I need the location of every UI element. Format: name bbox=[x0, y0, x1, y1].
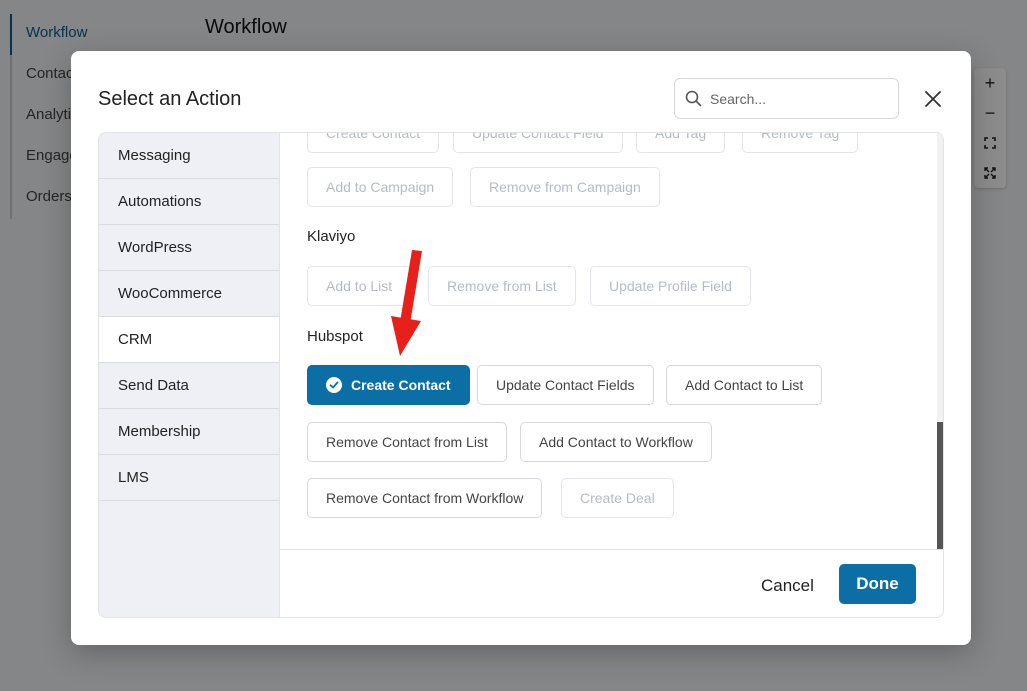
action-remove-tag[interactable]: Remove Tag bbox=[742, 133, 859, 153]
sidebar-item-automations[interactable]: Automations bbox=[99, 179, 279, 225]
sidebar-item-woocommerce[interactable]: WooCommerce bbox=[99, 271, 279, 317]
action-remove-contact-from-workflow[interactable]: Remove Contact from Workflow bbox=[307, 478, 543, 518]
sidebar-item-lms[interactable]: LMS bbox=[99, 455, 279, 501]
action-remove-contact-from-list[interactable]: Remove Contact from List bbox=[307, 422, 507, 462]
sidebar-item-wordpress[interactable]: WordPress bbox=[99, 225, 279, 271]
action-label: Create Contact bbox=[351, 377, 451, 393]
scrollbar-thumb[interactable] bbox=[937, 422, 943, 549]
search-icon bbox=[685, 90, 702, 107]
action-add-contact-to-workflow[interactable]: Add Contact to Workflow bbox=[520, 422, 712, 462]
search-box[interactable] bbox=[674, 78, 899, 119]
scrollbar[interactable] bbox=[937, 133, 943, 549]
action-remove-from-campaign[interactable]: Remove from Campaign bbox=[470, 167, 660, 207]
action-panel: Messaging Automations WordPress WooComme… bbox=[98, 132, 944, 618]
sidebar-item-send-data[interactable]: Send Data bbox=[99, 363, 279, 409]
annotation-arrow-icon bbox=[391, 250, 422, 356]
action-add-to-campaign[interactable]: Add to Campaign bbox=[307, 167, 454, 207]
cancel-button[interactable]: Cancel bbox=[761, 576, 814, 596]
action-create-contact-partial[interactable]: Create Contact bbox=[307, 133, 440, 153]
group-label-hubspot: Hubspot bbox=[307, 328, 363, 345]
group-label-klaviyo: Klaviyo bbox=[307, 228, 356, 245]
category-sidebar: Messaging Automations WordPress WooComme… bbox=[99, 133, 280, 617]
sidebar-item-crm[interactable]: CRM bbox=[99, 317, 279, 363]
action-create-contact-selected[interactable]: Create Contact bbox=[307, 365, 470, 405]
action-update-contact-field[interactable]: Update Contact Field bbox=[453, 133, 623, 153]
action-add-contact-to-list[interactable]: Add Contact to List bbox=[666, 365, 823, 405]
modal-footer: Cancel Done bbox=[280, 549, 943, 617]
sidebar-item-messaging[interactable]: Messaging bbox=[99, 133, 279, 179]
action-update-profile-field[interactable]: Update Profile Field bbox=[590, 266, 751, 306]
actions-list: Create Contact Update Contact Field Add … bbox=[280, 133, 943, 549]
done-button[interactable]: Done bbox=[839, 564, 916, 604]
modal-title: Select an Action bbox=[98, 88, 242, 110]
select-action-modal: Select an Action Messaging Automations W… bbox=[71, 51, 971, 645]
action-add-tag[interactable]: Add Tag bbox=[636, 133, 726, 153]
action-create-deal[interactable]: Create Deal bbox=[561, 478, 674, 518]
close-icon[interactable] bbox=[922, 88, 944, 110]
action-update-contact-fields[interactable]: Update Contact Fields bbox=[477, 365, 654, 405]
check-icon bbox=[326, 377, 342, 393]
sidebar-item-membership[interactable]: Membership bbox=[99, 409, 279, 455]
action-remove-from-list[interactable]: Remove from List bbox=[428, 266, 576, 306]
search-input[interactable] bbox=[710, 90, 880, 107]
